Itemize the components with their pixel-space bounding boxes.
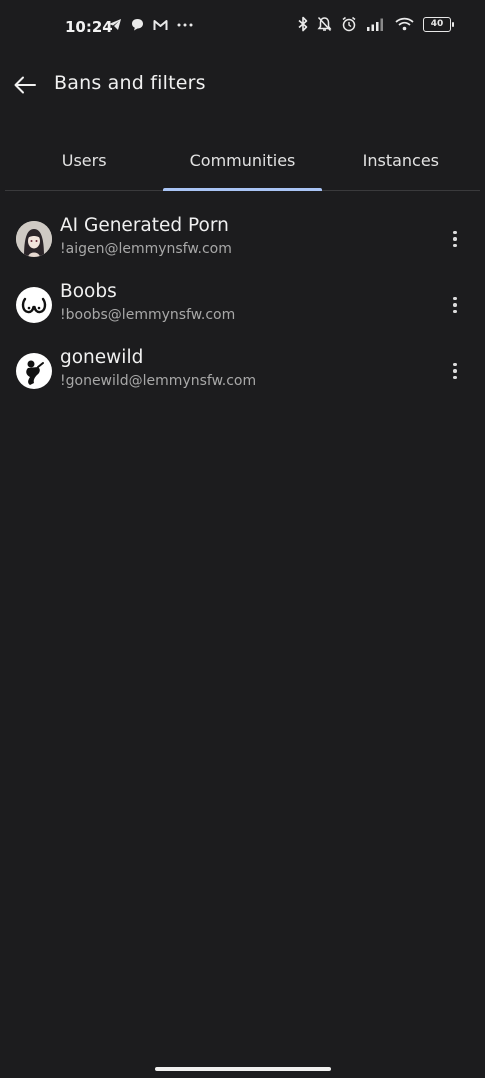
arrow-back-icon [14,76,36,94]
chat-bubble-icon [131,18,144,31]
status-bar: 10:24 40 [0,0,485,56]
gmail-icon [153,19,168,31]
tab-label: Communities [189,150,296,170]
page-title: Bans and filters [54,72,206,94]
battery-indicator: 40 [423,16,454,32]
tab-selected-indicator [163,188,322,191]
tab-bar: Users Communities Instances [5,130,480,191]
community-handle: !gonewild@lemmynsfw.com [60,373,257,389]
more-options-button[interactable] [445,359,465,383]
more-options-button[interactable] [445,293,465,317]
community-handle: !aigen@lemmynsfw.com [60,241,232,257]
boobs-glyph-avatar [16,287,52,323]
alarm-icon [341,16,357,32]
status-right-icons: 40 [298,16,454,32]
more-options-button[interactable] [445,227,465,251]
tab-users[interactable]: Users [5,130,163,190]
more-vert-icon [453,230,457,235]
community-name: gonewild [60,347,144,368]
anime-girl-avatar [16,221,52,257]
bell-muted-icon [317,16,332,32]
more-vert-icon [453,362,457,367]
gesture-navigation-bar[interactable] [155,1067,331,1071]
list-item[interactable]: gonewild !gonewild@lemmynsfw.com [0,339,485,405]
tab-label: Instances [362,150,440,170]
status-left-icons [108,18,193,31]
list-item[interactable]: Boobs !boobs@lemmynsfw.com [0,273,485,339]
tab-instances[interactable]: Instances [322,130,480,190]
bluetooth-icon [298,16,308,32]
tab-communities[interactable]: Communities [163,130,322,191]
silhouette-avatar [16,353,52,389]
community-name: AI Generated Porn [60,215,229,236]
app-bar: Bans and filters [0,56,485,112]
more-dots-icon [177,23,193,27]
more-vert-icon [453,296,457,301]
tab-label: Users [61,150,107,170]
status-time: 10:24 [65,18,113,36]
community-name: Boobs [60,281,117,302]
blocked-communities-list: AI Generated Porn !aigen@lemmynsfw.com B… [0,207,485,405]
signal-icon [366,17,386,31]
telegram-icon [108,18,122,31]
back-button[interactable] [10,70,40,100]
wifi-icon [395,17,414,31]
community-handle: !boobs@lemmynsfw.com [60,307,236,323]
list-item[interactable]: AI Generated Porn !aigen@lemmynsfw.com [0,207,485,273]
